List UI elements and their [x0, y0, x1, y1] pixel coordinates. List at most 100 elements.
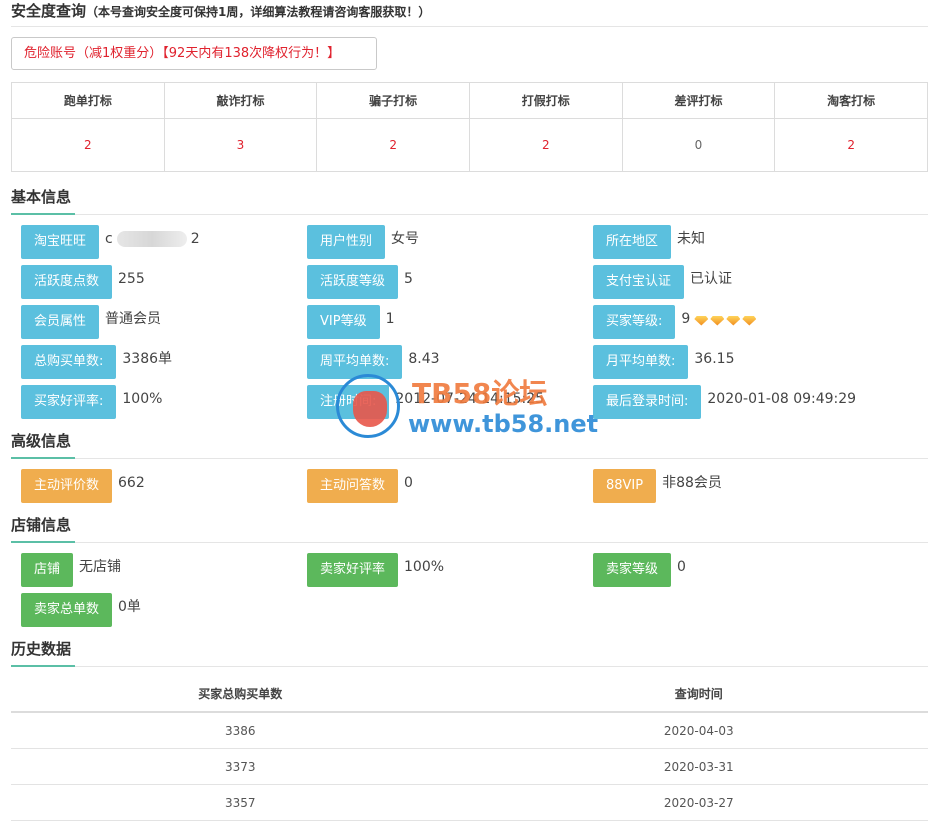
field-wangwang: 淘宝旺旺c2	[21, 225, 200, 259]
history-order-count: 3357	[11, 785, 470, 821]
table-row: 3386 2020-04-03	[11, 712, 928, 749]
history-table: 买家总购买单数 查询时间 3386 2020-04-03 3373 2020-0…	[11, 675, 928, 821]
section-divider	[11, 214, 928, 215]
field-value: 无店铺	[79, 553, 121, 581]
flag-value: 2	[469, 119, 622, 172]
field-value: 3386单	[122, 345, 172, 373]
field-value: 255	[118, 265, 145, 293]
history-query-date: 2020-03-31	[470, 749, 928, 785]
field-label: 注册时间:	[307, 385, 389, 419]
field-vip-level: VIP等级1	[307, 305, 395, 339]
field-label: 会员属性	[21, 305, 99, 339]
flag-value: 2	[775, 119, 928, 172]
buyer-level-diamonds	[694, 305, 758, 335]
history-header-row: 买家总购买单数 查询时间	[11, 675, 928, 712]
field-value: 非88会员	[662, 469, 722, 497]
field-label: 总购买单数:	[21, 345, 116, 379]
redaction-blur	[117, 231, 187, 247]
field-label: VIP等级	[307, 305, 380, 339]
section-underline	[11, 541, 75, 543]
field-seller-orders: 卖家总单数0单	[21, 593, 141, 627]
page-title-row: 安全度查询（本号查询安全度可保持1周，详细算法教程请咨询客服获取！）	[11, 0, 430, 26]
field-value-suffix: 2	[191, 231, 200, 247]
field-value: 2020-01-08 09:49:29	[707, 385, 856, 413]
flag-header: 骗子打标	[317, 83, 470, 119]
field-region: 所在地区未知	[593, 225, 705, 259]
flag-value: 0	[622, 119, 775, 172]
risk-notice: 危险账号（减1权重分）【92天内有138次降权行为！】	[11, 37, 377, 70]
field-value: 100%	[404, 553, 444, 581]
history-order-count: 3386	[11, 712, 470, 749]
field-value: 662	[118, 469, 145, 497]
field-label: 用户性别	[307, 225, 385, 259]
field-label: 卖家总单数	[21, 593, 112, 627]
history-query-date: 2020-04-03	[470, 712, 928, 749]
flag-value: 2	[12, 119, 165, 172]
history-query-date: 2020-03-27	[470, 785, 928, 821]
flag-header: 差评打标	[622, 83, 775, 119]
diamond-icon	[710, 316, 724, 326]
flag-header: 跑单打标	[12, 83, 165, 119]
field-label: 周平均单数:	[307, 345, 402, 379]
field-label: 88VIP	[593, 469, 656, 503]
table-row: 3373 2020-03-31	[11, 749, 928, 785]
flags-header-row: 跑单打标 敲诈打标 骗子打标 打假打标 差评打标 淘客打标	[12, 83, 928, 119]
field-label: 卖家等级	[593, 553, 671, 587]
field-last-login: 最后登录时间:2020-01-08 09:49:29	[593, 385, 856, 419]
field-label: 活跃度点数	[21, 265, 112, 299]
field-activity-points: 活跃度点数255	[21, 265, 145, 299]
section-title-history: 历史数据	[11, 638, 71, 659]
field-weekly-avg: 周平均单数:8.43	[307, 345, 440, 379]
section-divider	[11, 458, 928, 459]
field-value: 未知	[677, 225, 705, 253]
flags-table: 跑单打标 敲诈打标 骗子打标 打假打标 差评打标 淘客打标 2 3 2 2 0 …	[11, 82, 928, 172]
field-alipay: 支付宝认证已认证	[593, 265, 732, 299]
field-review-count: 主动评价数662	[21, 469, 145, 503]
field-value: 0	[677, 553, 686, 581]
field-value: 2012-07-24 14:15:25	[395, 385, 544, 413]
section-title-advanced: 高级信息	[11, 430, 71, 451]
field-seller-level: 卖家等级0	[593, 553, 686, 587]
section-underline	[11, 213, 75, 215]
field-label: 买家好评率:	[21, 385, 116, 419]
flags-value-row: 2 3 2 2 0 2	[12, 119, 928, 172]
field-shop: 店铺无店铺	[21, 553, 121, 587]
flag-header: 打假打标	[469, 83, 622, 119]
title-divider	[11, 26, 928, 27]
field-value: 0	[404, 469, 413, 497]
field-value: 8.43	[408, 345, 439, 373]
field-label: 最后登录时间:	[593, 385, 701, 419]
flag-value: 3	[164, 119, 317, 172]
field-value-prefix: c	[105, 231, 113, 247]
field-label: 所在地区	[593, 225, 671, 259]
field-value: 36.15	[694, 345, 734, 373]
field-label: 卖家好评率	[307, 553, 398, 587]
field-value: 普通会员	[105, 305, 161, 333]
flag-header: 敲诈打标	[164, 83, 317, 119]
field-buyer-rating: 买家好评率:100%	[21, 385, 162, 419]
field-value: 女号	[391, 225, 419, 253]
field-label: 主动评价数	[21, 469, 112, 503]
section-divider	[11, 542, 928, 543]
field-register-time: 注册时间:2012-07-24 14:15:25	[307, 385, 544, 419]
field-monthly-avg: 月平均单数:36.15	[593, 345, 734, 379]
section-title-shop: 店铺信息	[11, 514, 71, 535]
field-label: 主动问答数	[307, 469, 398, 503]
field-value: 100%	[122, 385, 162, 413]
field-label: 店铺	[21, 553, 73, 587]
field-seller-rating: 卖家好评率100%	[307, 553, 444, 587]
field-value: 已认证	[690, 265, 732, 293]
section-underline	[11, 457, 75, 459]
field-gender: 用户性别女号	[307, 225, 419, 259]
table-row: 3357 2020-03-27	[11, 785, 928, 821]
field-label: 活跃度等级	[307, 265, 398, 299]
field-membership: 会员属性普通会员	[21, 305, 161, 339]
field-total-orders: 总购买单数:3386单	[21, 345, 172, 379]
page-title: 安全度查询	[11, 2, 86, 20]
field-qa-count: 主动问答数0	[307, 469, 413, 503]
field-value: c2	[105, 225, 200, 253]
field-label: 淘宝旺旺	[21, 225, 99, 259]
history-column-header: 查询时间	[470, 675, 928, 712]
field-88vip: 88VIP非88会员	[593, 469, 722, 503]
field-value: 1	[386, 305, 395, 333]
